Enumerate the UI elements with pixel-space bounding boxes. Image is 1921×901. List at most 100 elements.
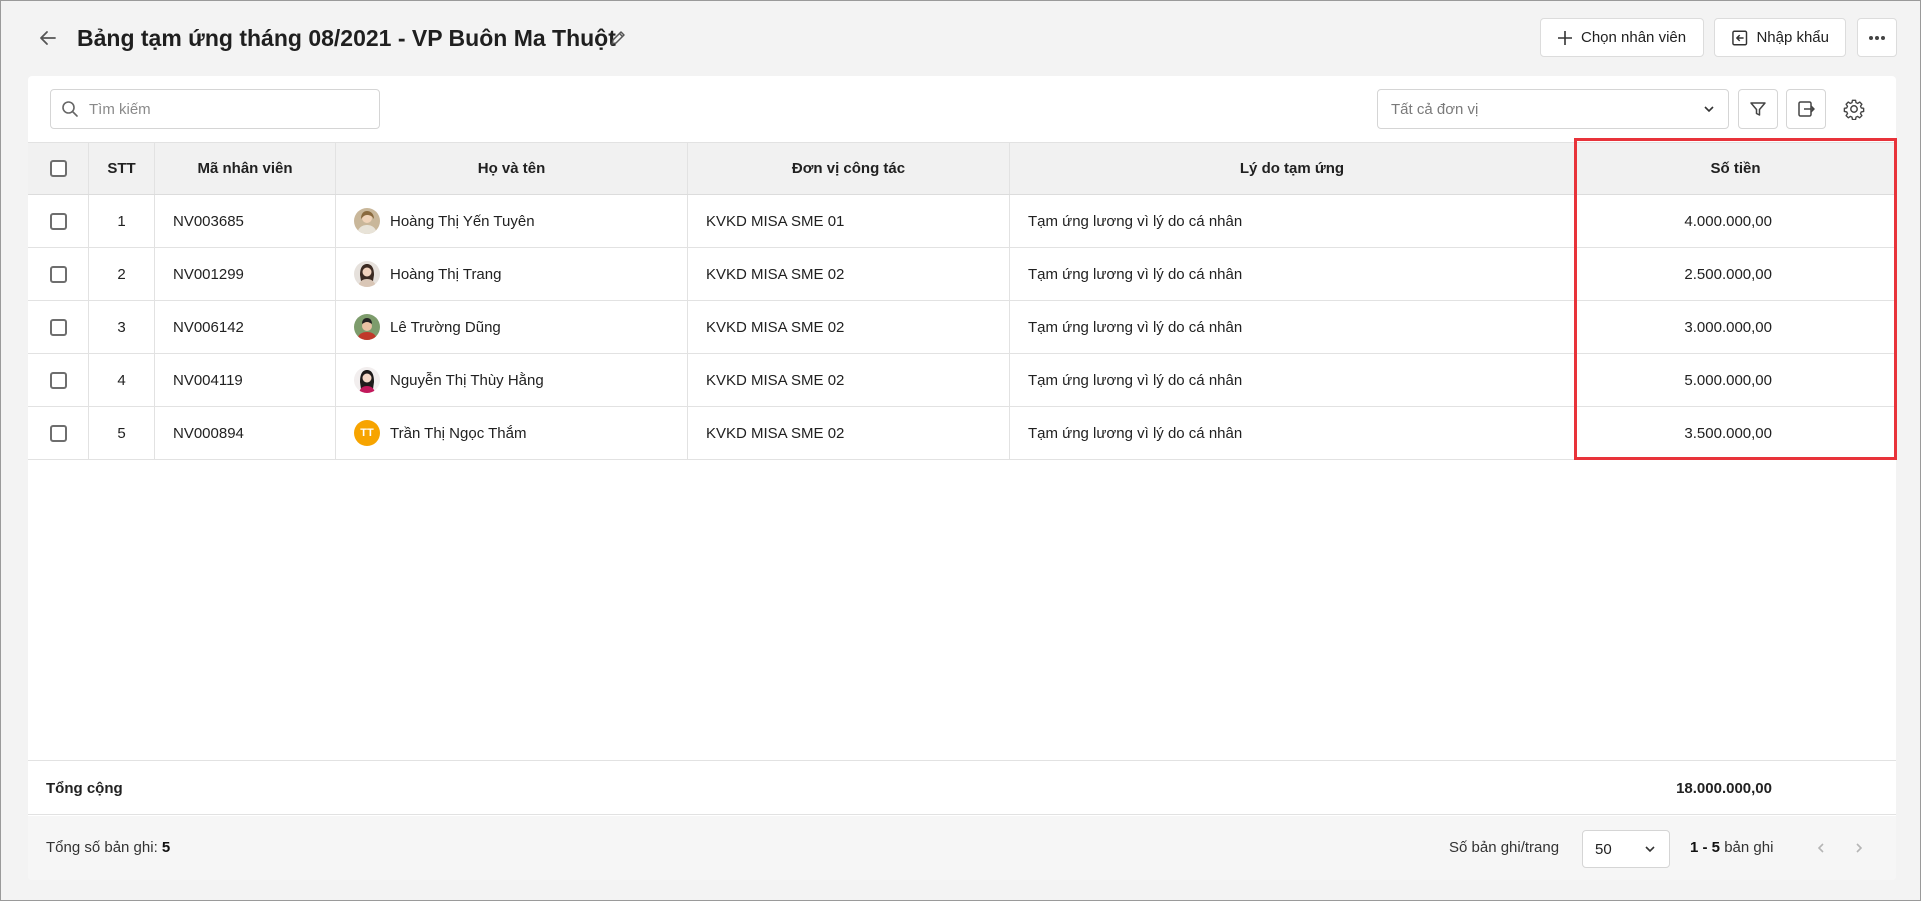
avatar bbox=[354, 314, 380, 340]
row-checkbox[interactable] bbox=[49, 371, 67, 389]
totals-amount: 18.000.000,00 bbox=[1676, 780, 1772, 797]
next-page-button[interactable] bbox=[1847, 836, 1871, 860]
row-checkbox-cell bbox=[28, 407, 89, 459]
row-checkbox-cell bbox=[28, 248, 89, 300]
settings-button[interactable] bbox=[1834, 89, 1874, 129]
chevron-left-icon bbox=[1817, 843, 1824, 853]
row-checkbox[interactable] bbox=[49, 318, 67, 336]
table-row[interactable]: 4 NV004119 Nguyễn Thị Thùy Hằng KVKD MIS… bbox=[28, 354, 1896, 407]
record-range-value: 1 - 5 bbox=[1690, 839, 1721, 856]
avatar bbox=[354, 208, 380, 234]
totals-row: Tổng cộng 18.000.000,00 bbox=[28, 760, 1896, 815]
row-stt: 2 bbox=[89, 248, 155, 300]
filter-icon bbox=[1750, 102, 1766, 116]
back-button[interactable] bbox=[33, 23, 63, 53]
table-row[interactable]: 5 NV000894 TT Trần Thị Ngọc Thắm KVKD MI… bbox=[28, 407, 1896, 460]
more-icon bbox=[1869, 35, 1885, 40]
row-unit: KVKD MISA SME 02 bbox=[688, 301, 1010, 353]
table-row[interactable]: 3 NV006142 Lê Trường Dũng KVKD MISA SME … bbox=[28, 301, 1896, 354]
per-page-label: Số bản ghi/trang bbox=[1449, 839, 1560, 856]
row-reason: Tạm ứng lương vì lý do cá nhân bbox=[1010, 354, 1575, 406]
import-button[interactable]: Nhập khẩu bbox=[1714, 18, 1846, 57]
row-code: NV000894 bbox=[155, 407, 336, 459]
export-button[interactable] bbox=[1786, 89, 1826, 129]
row-unit: KVKD MISA SME 02 bbox=[688, 248, 1010, 300]
row-checkbox-cell bbox=[28, 354, 89, 406]
row-amount: 3.000.000,00 bbox=[1684, 318, 1772, 336]
row-code: NV003685 bbox=[155, 195, 336, 247]
chevron-right-icon bbox=[1856, 843, 1863, 853]
chevron-down-icon bbox=[1645, 846, 1655, 853]
search-icon bbox=[62, 101, 78, 117]
choose-employee-label: Chọn nhân viên bbox=[1581, 29, 1687, 46]
header-code[interactable]: Mã nhân viên bbox=[155, 143, 336, 194]
per-page-value: 50 bbox=[1595, 840, 1612, 858]
table-header: STT Mã nhân viên Họ và tên Đơn vị công t… bbox=[28, 142, 1896, 195]
select-all-checkbox[interactable] bbox=[49, 160, 67, 177]
row-unit: KVKD MISA SME 01 bbox=[688, 195, 1010, 247]
search-box[interactable] bbox=[50, 89, 380, 129]
row-amount: 2.500.000,00 bbox=[1684, 265, 1772, 283]
row-amount: 5.000.000,00 bbox=[1684, 371, 1772, 389]
row-reason: Tạm ứng lương vì lý do cá nhân bbox=[1010, 248, 1575, 300]
table-row[interactable]: 2 NV001299 Hoàng Thị Trang KVKD MISA SME… bbox=[28, 248, 1896, 301]
page-title: Bảng tạm ứng tháng 08/2021 - VP Buôn Ma … bbox=[77, 25, 616, 51]
row-reason: Tạm ứng lương vì lý do cá nhân bbox=[1010, 195, 1575, 247]
table-row[interactable]: 1 NV003685 Hoàng Thị Yến Tuyên KVKD MISA… bbox=[28, 195, 1896, 248]
record-range: 1 - 5 bản ghi bbox=[1690, 816, 1773, 880]
row-checkbox[interactable] bbox=[49, 265, 67, 283]
header-name[interactable]: Họ và tên bbox=[336, 143, 688, 194]
row-code: NV004119 bbox=[155, 354, 336, 406]
row-unit: KVKD MISA SME 02 bbox=[688, 354, 1010, 406]
row-name: Nguyễn Thị Thùy Hằng bbox=[390, 371, 544, 389]
row-amount: 4.000.000,00 bbox=[1684, 212, 1772, 230]
row-checkbox-cell bbox=[28, 301, 89, 353]
avatar: TT bbox=[354, 420, 380, 446]
main-panel: Tất cả đơn vị bbox=[28, 76, 1896, 880]
totals-label: Tổng cộng bbox=[46, 780, 123, 797]
edit-title-button[interactable] bbox=[605, 25, 631, 51]
total-records-value: 5 bbox=[161, 839, 171, 856]
row-name: Trần Thị Ngọc Thắm bbox=[390, 424, 527, 442]
plus-icon bbox=[1558, 30, 1572, 45]
header-amount[interactable]: Số tiền bbox=[1575, 143, 1896, 194]
row-unit: KVKD MISA SME 02 bbox=[688, 407, 1010, 459]
chevron-down-icon bbox=[1704, 106, 1714, 113]
row-name-cell: Nguyễn Thị Thùy Hằng bbox=[336, 354, 688, 406]
row-stt: 5 bbox=[89, 407, 155, 459]
import-icon bbox=[1732, 29, 1748, 46]
row-name-cell: Hoàng Thị Yến Tuyên bbox=[336, 195, 688, 247]
gear-icon bbox=[1843, 99, 1865, 120]
avatar bbox=[354, 261, 380, 287]
row-name: Hoàng Thị Yến Tuyên bbox=[390, 212, 535, 230]
previous-page-button[interactable] bbox=[1809, 836, 1833, 860]
total-records: Tổng số bản ghi: 5 bbox=[46, 816, 170, 880]
row-stt: 3 bbox=[89, 301, 155, 353]
choose-employee-button[interactable]: Chọn nhân viên bbox=[1540, 18, 1704, 57]
unit-filter-select[interactable]: Tất cả đơn vị bbox=[1377, 89, 1729, 129]
header-stt[interactable]: STT bbox=[89, 143, 155, 194]
row-name-cell: Lê Trường Dũng bbox=[336, 301, 688, 353]
header-checkbox-cell bbox=[28, 143, 89, 194]
row-amount: 3.500.000,00 bbox=[1684, 424, 1772, 442]
export-icon bbox=[1798, 101, 1815, 117]
import-label: Nhập khẩu bbox=[1756, 29, 1829, 46]
more-button[interactable] bbox=[1857, 18, 1897, 57]
per-page-select[interactable]: 50 bbox=[1582, 830, 1670, 868]
row-stt: 1 bbox=[89, 195, 155, 247]
header-reason[interactable]: Lý do tạm ứng bbox=[1010, 143, 1575, 194]
back-arrow-icon bbox=[40, 31, 56, 45]
pencil-icon bbox=[611, 31, 625, 45]
search-input[interactable] bbox=[89, 100, 349, 118]
filter-button[interactable] bbox=[1738, 89, 1778, 129]
record-range-suffix: bản ghi bbox=[1724, 839, 1774, 856]
row-name: Lê Trường Dũng bbox=[390, 318, 501, 336]
header-unit[interactable]: Đơn vị công tác bbox=[688, 143, 1010, 194]
row-checkbox-cell bbox=[28, 195, 89, 247]
app-window: Bảng tạm ứng tháng 08/2021 - VP Buôn Ma … bbox=[0, 0, 1921, 901]
row-stt: 4 bbox=[89, 354, 155, 406]
row-checkbox[interactable] bbox=[49, 424, 67, 442]
row-code: NV006142 bbox=[155, 301, 336, 353]
row-checkbox[interactable] bbox=[49, 212, 67, 230]
row-reason: Tạm ứng lương vì lý do cá nhân bbox=[1010, 301, 1575, 353]
